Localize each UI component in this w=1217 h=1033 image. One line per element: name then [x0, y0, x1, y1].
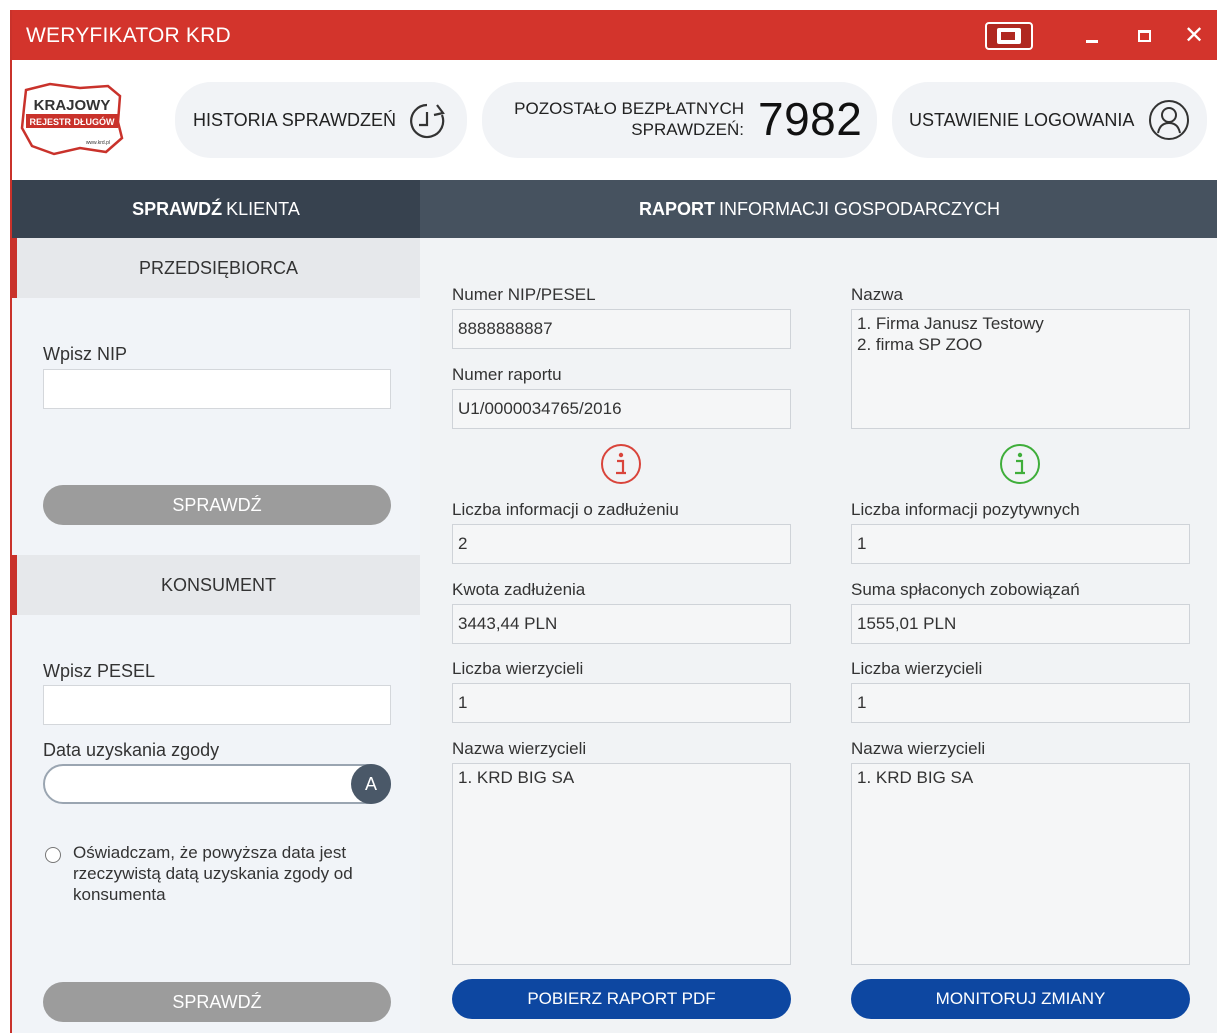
name-label: Nazwa [851, 285, 903, 304]
screen-icon [997, 28, 1021, 44]
debt-count-label: Liczba informacji o zadłużeniu [452, 500, 679, 519]
report-header: RAPORT INFORMACJI GOSPODARCZYCH [420, 180, 1217, 238]
positive-count-value: 1 [851, 524, 1190, 564]
positive-creditors-count-label: Liczba wierzycieli [851, 659, 983, 678]
logo-title: KRAJOWY [34, 97, 111, 114]
check-client-panel: PRZEDSIĘBIORCA Wpisz NIP SPRAWDŹ KONSUME… [12, 238, 420, 1033]
positive-info-icon [999, 443, 1041, 490]
declaration-radio[interactable] [45, 847, 61, 863]
name-item: 2. firma SP ZOO [857, 335, 983, 354]
positive-creditors-list: 1. KRD BIG SA [851, 763, 1190, 965]
debt-amount-label: Kwota zadłużenia [452, 580, 586, 599]
remaining-label-line1: POZOSTAŁO BEZPŁATNYCH [514, 99, 744, 118]
name-item: 1. Firma Janusz Testowy [857, 314, 1044, 333]
creditor-item: 1. KRD BIG SA [857, 768, 974, 787]
business-check-button[interactable]: SPRAWDŹ [43, 485, 391, 525]
report-header-rest: INFORMACJI GOSPODARCZYCH [718, 198, 1000, 219]
positive-creditors-name-label: Nazwa wierzycieli [851, 739, 986, 758]
report-header-bold: RAPORT [638, 198, 715, 219]
report-number-value: U1/0000034765/2016 [452, 389, 791, 429]
declaration-text: Oświadczam, że powyższa data jest rzeczy… [73, 843, 353, 904]
nip-label: Wpisz NIP [43, 344, 128, 364]
monitor-changes-button[interactable]: MONITORUJ ZMIANY [851, 979, 1190, 1019]
close-button[interactable]: ✕ [1182, 22, 1206, 50]
app-window: WERYFIKATOR KRD ✕ KRAJOWY REJESTR DŁUGÓW… [10, 10, 1217, 1033]
window-title: WERYFIKATOR KRD [26, 24, 231, 47]
name-list: 1. Firma Janusz Testowy 2. firma SP ZOO [851, 309, 1190, 429]
debt-amount-value: 3443,44 PLN [452, 604, 791, 644]
nip-input[interactable] [43, 369, 391, 409]
positive-count-label: Liczba informacji pozytywnych [851, 500, 1080, 519]
report-number-label: Numer raportu [452, 365, 562, 384]
business-tab[interactable]: PRZEDSIĘBIORCA [12, 238, 420, 298]
close-icon: ✕ [1183, 22, 1205, 49]
repaid-sum-label: Suma spłaconych zobowiązań [851, 580, 1080, 599]
pesel-label: Wpisz PESEL [43, 661, 156, 681]
logo-url: www.krd.pl [86, 140, 110, 146]
check-client-header: SPRAWDŹ KLIENTA [12, 180, 420, 238]
consent-date-field[interactable]: A [43, 764, 391, 804]
check-client-header-rest: KLIENTA [226, 198, 300, 219]
debt-count-value: 2 [452, 524, 791, 564]
header-bar: KRAJOWY REJESTR DŁUGÓW www.krd.pl HISTOR… [12, 60, 1217, 180]
debt-creditors-list: 1. KRD BIG SA [452, 763, 791, 965]
check-client-header-bold: SPRAWDŹ [132, 198, 223, 219]
remaining-label-line2: SPRAWDZEŃ: [631, 120, 744, 139]
consumer-check-button[interactable]: SPRAWDŹ [43, 982, 391, 1022]
download-pdf-button[interactable]: POBIERZ RAPORT PDF [452, 979, 791, 1019]
logo-subtitle: REJESTR DŁUGÓW [29, 116, 115, 127]
consent-date-label: Data uzyskania zgody [43, 740, 220, 760]
history-button[interactable]: HISTORIA SPRAWDZEŃ [175, 82, 467, 158]
maximize-icon [1137, 30, 1151, 42]
remaining-label: POZOSTAŁO BEZPŁATNYCH SPRAWDZEŃ: [499, 98, 744, 140]
nip-pesel-label: Numer NIP/PESEL [452, 285, 596, 304]
debt-info-icon [600, 443, 642, 490]
date-picker-button[interactable]: A [351, 764, 391, 804]
remaining-checks-panel: POZOSTAŁO BEZPŁATNYCH SPRAWDZEŃ: 7982 [482, 82, 877, 158]
login-settings-button[interactable]: USTAWIENIE LOGOWANIA [892, 82, 1207, 158]
screen-mode-button[interactable] [985, 22, 1033, 50]
krd-logo: KRAJOWY REJESTR DŁUGÓW www.krd.pl [20, 82, 124, 158]
repaid-sum-value: 1555,01 PLN [851, 604, 1190, 644]
remaining-count: 7982 [758, 93, 863, 145]
debt-creditors-name-label: Nazwa wierzycieli [452, 739, 587, 758]
history-label: HISTORIA SPRAWDZEŃ [193, 109, 397, 130]
debt-creditors-count-label: Liczba wierzycieli [452, 659, 584, 678]
report-panel: Numer NIP/PESEL 8888888887 Numer raportu… [420, 238, 1217, 1033]
pesel-input[interactable] [43, 685, 391, 725]
history-icon [407, 101, 447, 146]
title-bar: WERYFIKATOR KRD ✕ [12, 10, 1217, 60]
login-settings-label: USTAWIENIE LOGOWANIA [909, 109, 1135, 130]
krd-logo-icon: KRAJOWY REJESTR DŁUGÓW www.krd.pl [20, 82, 124, 156]
consumer-tab[interactable]: KONSUMENT [12, 555, 420, 615]
debt-creditors-count-value: 1 [452, 683, 791, 723]
user-icon [1148, 99, 1190, 146]
minimize-icon [1086, 39, 1098, 43]
positive-creditors-count-value: 1 [851, 683, 1190, 723]
minimize-button[interactable] [1080, 22, 1104, 50]
maximize-button[interactable] [1132, 22, 1156, 50]
nip-pesel-value: 8888888887 [452, 309, 791, 349]
creditor-item: 1. KRD BIG SA [458, 768, 575, 787]
